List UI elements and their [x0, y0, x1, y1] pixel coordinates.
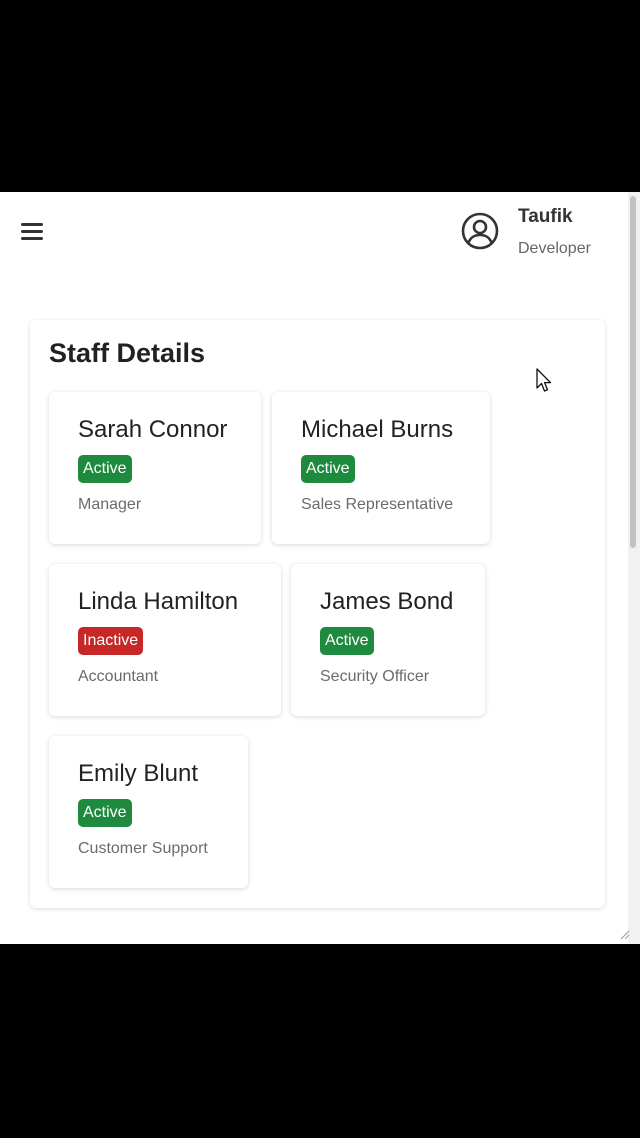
app-screen: Taufik Developer Staff Details Sarah Con… [0, 192, 640, 944]
top-bar: Taufik Developer [0, 192, 628, 282]
status-badge: Active [78, 455, 132, 483]
staff-card-emily-blunt[interactable]: Emily Blunt Active Customer Support [49, 736, 248, 888]
user-role: Developer [518, 240, 591, 257]
staff-name: James Bond [320, 588, 454, 615]
staff-role: Sales Representative [301, 496, 454, 513]
staff-name: Sarah Connor [78, 416, 228, 443]
staff-card-james-bond[interactable]: James Bond Active Security Officer [291, 564, 485, 716]
user-name: Taufik [518, 206, 573, 227]
page-title: Staff Details [49, 338, 206, 368]
resize-grip-icon[interactable] [618, 928, 630, 940]
status-badge: Active [78, 799, 132, 827]
mouse-cursor-icon [536, 368, 552, 392]
staff-name: Michael Burns [301, 416, 454, 443]
status-badge: Inactive [78, 627, 144, 655]
staff-name: Emily Blunt [78, 760, 199, 787]
user-circle-icon[interactable] [460, 211, 500, 251]
hamburger-menu-icon[interactable] [20, 220, 44, 242]
status-badge: Active [320, 627, 374, 655]
scrollbar-thumb[interactable] [630, 196, 636, 548]
staff-card-linda-hamilton[interactable]: Linda Hamilton Inactive Accountant [49, 564, 281, 716]
staff-role: Customer Support [78, 840, 208, 857]
staff-role: Security Officer [320, 668, 430, 685]
status-badge: Active [301, 455, 355, 483]
staff-details-panel: Staff Details Sarah Connor Active Manage… [30, 320, 605, 908]
staff-card-sarah-connor[interactable]: Sarah Connor Active Manager [49, 392, 261, 544]
staff-role: Manager [78, 496, 142, 513]
staff-card-michael-burns[interactable]: Michael Burns Active Sales Representativ… [272, 392, 490, 544]
staff-name: Linda Hamilton [78, 588, 239, 615]
staff-role: Accountant [78, 668, 159, 685]
